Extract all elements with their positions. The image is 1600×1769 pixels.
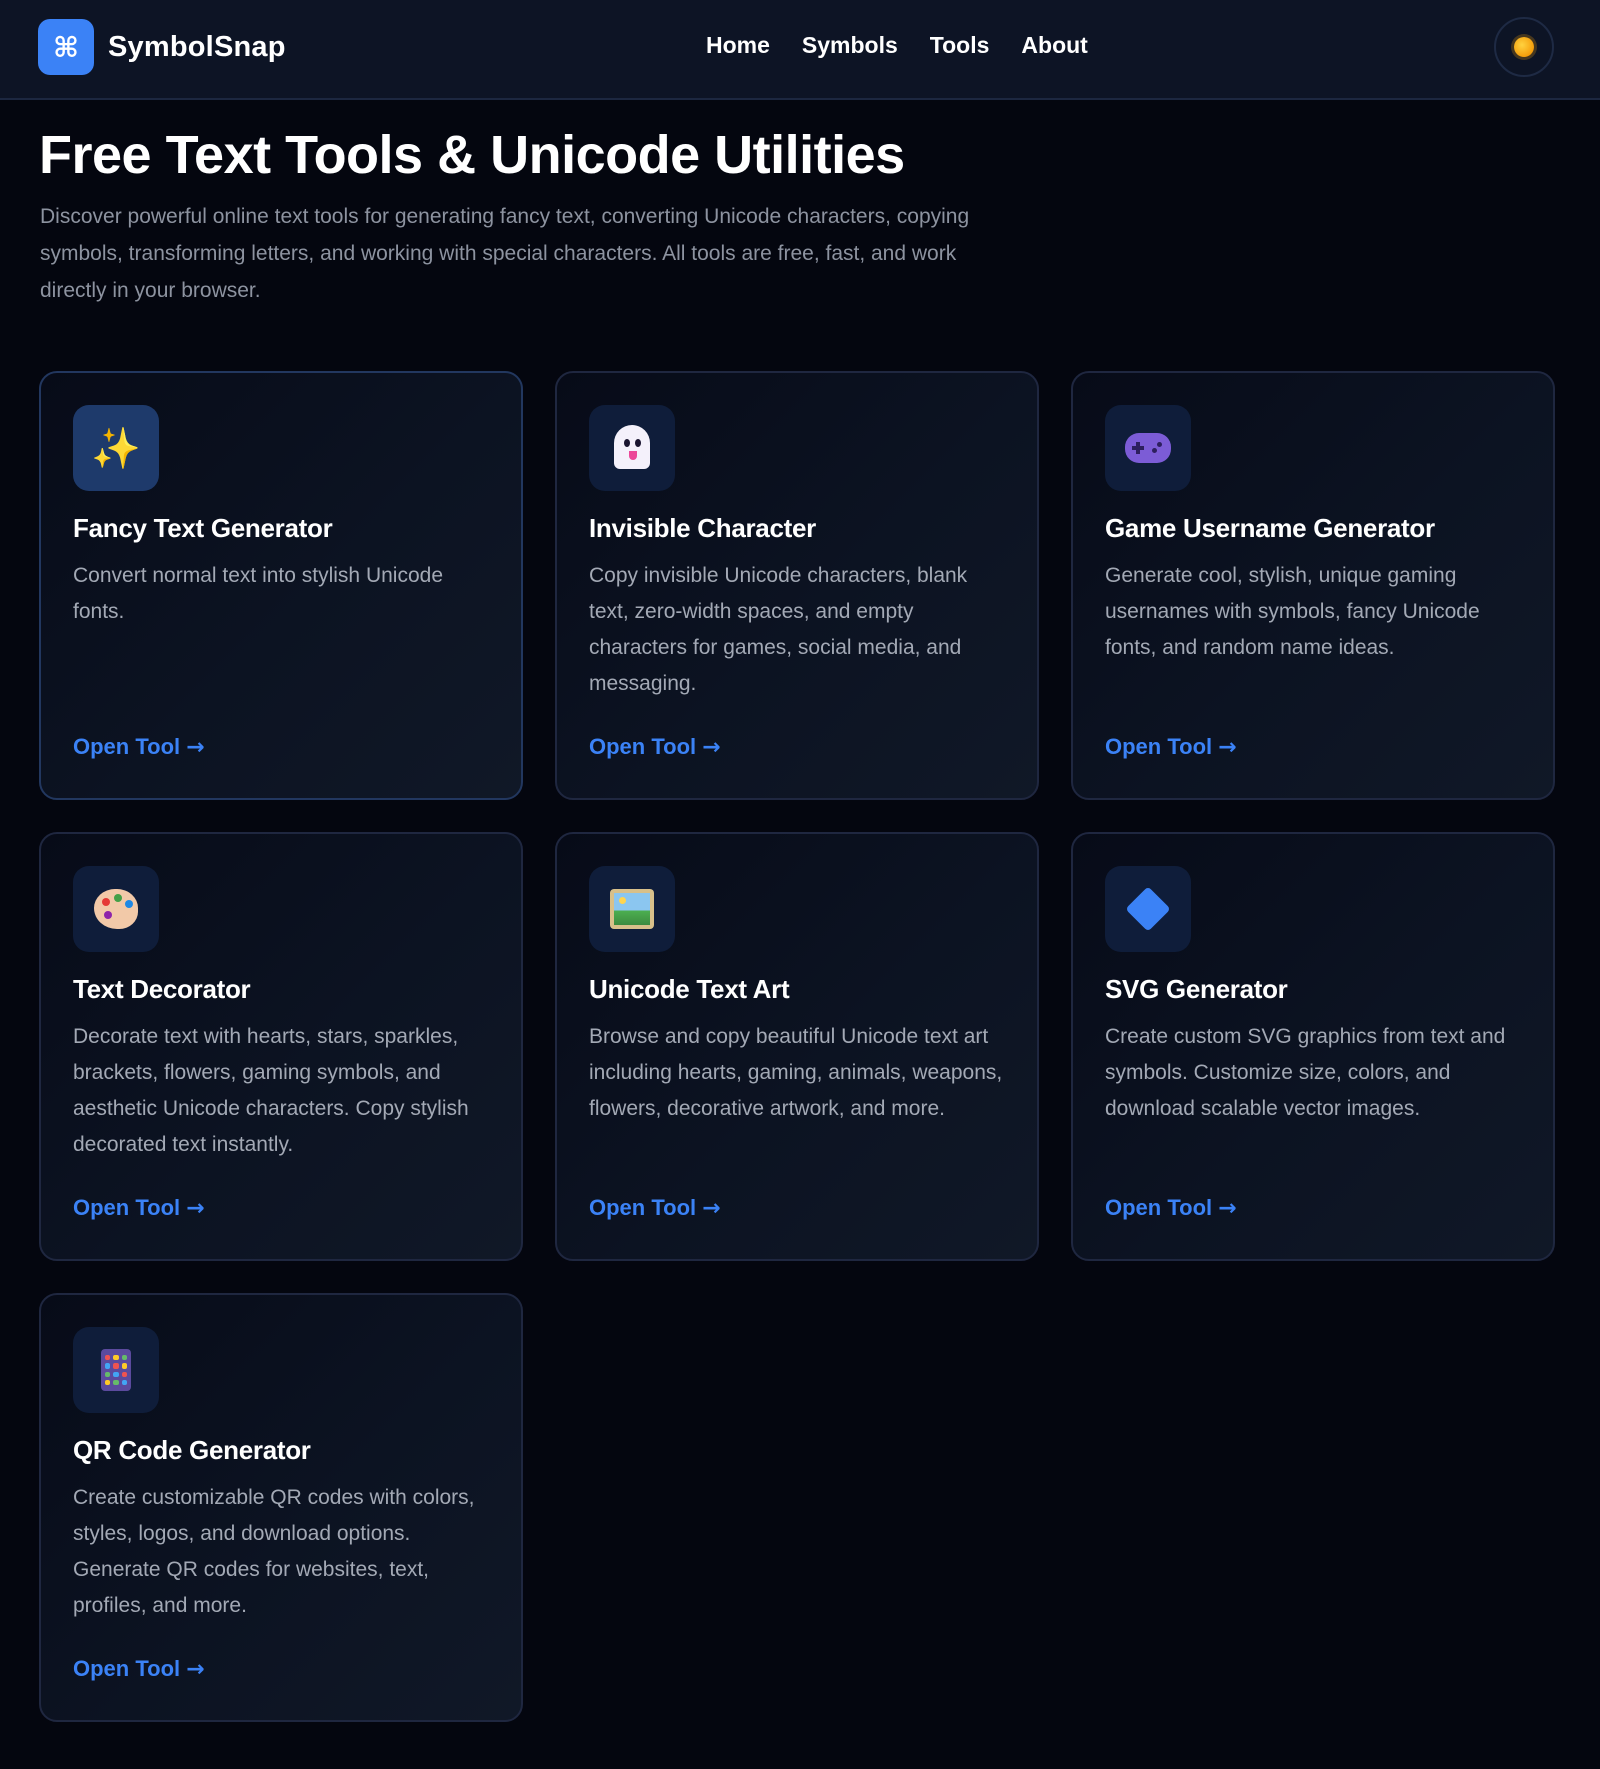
open-tool-link[interactable]: Open Tool → [73, 1656, 205, 1682]
tool-card-text-decorator[interactable]: Text Decorator Decorate text with hearts… [39, 832, 523, 1261]
tool-card-qr-code[interactable]: QR Code Generator Create customizable QR… [39, 1293, 523, 1722]
nav-symbols[interactable]: Symbols [802, 30, 898, 60]
page-title: Free Text Tools & Unicode Utilities [39, 125, 905, 185]
open-tool-link[interactable]: Open Tool → [589, 1195, 721, 1221]
arrow-right-icon: → [186, 734, 205, 760]
ghost-icon [589, 405, 675, 491]
tool-card-svg-generator[interactable]: SVG Generator Create custom SVG graphics… [1071, 832, 1555, 1261]
open-tool-label: Open Tool [589, 1195, 697, 1220]
card-title: Unicode Text Art [589, 974, 790, 1004]
open-tool-link[interactable]: Open Tool → [1105, 1195, 1237, 1221]
open-tool-link[interactable]: Open Tool → [73, 734, 205, 760]
blue-diamond-icon [1105, 866, 1191, 952]
card-description: Create customizable QR codes with colors… [73, 1486, 475, 1617]
arrow-right-icon: → [1218, 1195, 1237, 1221]
open-tool-label: Open Tool [73, 1656, 181, 1681]
nav-tools[interactable]: Tools [930, 30, 990, 60]
arrow-right-icon: → [186, 1656, 205, 1682]
arrow-right-icon: → [702, 734, 721, 760]
card-description: Browse and copy beautiful Unicode text a… [589, 1025, 1003, 1120]
card-description: Copy invisible Unicode characters, blank… [589, 564, 968, 695]
card-description: Create custom SVG graphics from text and… [1105, 1025, 1506, 1120]
arrow-right-icon: → [186, 1195, 205, 1221]
brand-name: SymbolSnap [108, 30, 286, 63]
card-description: Decorate text with hearts, stars, sparkl… [73, 1025, 469, 1156]
card-description: Convert normal text into stylish Unicode… [73, 564, 443, 623]
main-nav: Home Symbols Tools About [706, 30, 1088, 60]
card-description: Generate cool, stylish, unique gaming us… [1105, 564, 1480, 659]
tool-card-fancy-text[interactable]: ✨ Fancy Text Generator Convert normal te… [39, 371, 523, 800]
card-title: QR Code Generator [73, 1435, 311, 1465]
open-tool-label: Open Tool [73, 734, 181, 759]
nav-about[interactable]: About [1021, 30, 1087, 60]
framed-picture-icon [589, 866, 675, 952]
abacus-icon [73, 1327, 159, 1413]
tool-card-invisible-character[interactable]: Invisible Character Copy invisible Unico… [555, 371, 1039, 800]
site-header: ⌘ SymbolSnap Home Symbols Tools About [0, 0, 1600, 100]
theme-toggle-button[interactable] [1494, 17, 1554, 77]
arrow-right-icon: → [1218, 734, 1237, 760]
open-tool-link[interactable]: Open Tool → [589, 734, 721, 760]
tools-grid: ✨ Fancy Text Generator Convert normal te… [39, 371, 1555, 1722]
tool-card-game-username[interactable]: Game Username Generator Generate cool, s… [1071, 371, 1555, 800]
open-tool-label: Open Tool [73, 1195, 181, 1220]
command-key-icon: ⌘ [38, 19, 94, 75]
gamepad-icon [1105, 405, 1191, 491]
open-tool-label: Open Tool [1105, 734, 1213, 759]
card-title: SVG Generator [1105, 974, 1288, 1004]
arrow-right-icon: → [702, 1195, 721, 1221]
sparkles-icon: ✨ [73, 405, 159, 491]
card-title: Text Decorator [73, 974, 251, 1004]
open-tool-label: Open Tool [1105, 1195, 1213, 1220]
card-title: Game Username Generator [1105, 513, 1435, 543]
tool-card-unicode-text-art[interactable]: Unicode Text Art Browse and copy beautif… [555, 832, 1039, 1261]
palette-icon [73, 866, 159, 952]
card-title: Fancy Text Generator [73, 513, 333, 543]
brand-logo[interactable]: ⌘ SymbolSnap [38, 19, 286, 75]
open-tool-link[interactable]: Open Tool → [1105, 734, 1237, 760]
sun-icon [1514, 37, 1534, 57]
page-subtitle: Discover powerful online text tools for … [40, 205, 970, 302]
open-tool-label: Open Tool [589, 734, 697, 759]
open-tool-link[interactable]: Open Tool → [73, 1195, 205, 1221]
card-title: Invisible Character [589, 513, 816, 543]
nav-home[interactable]: Home [706, 30, 770, 60]
